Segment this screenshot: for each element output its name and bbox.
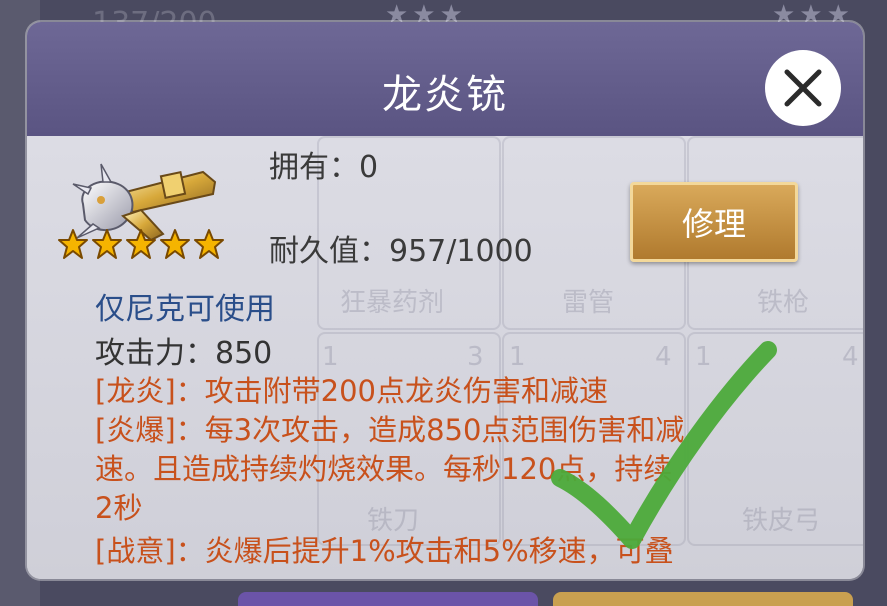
ghost-number: 4 [842, 342, 859, 372]
attack-power: 攻击力：850 [95, 336, 273, 371]
dialog-header: 龙炎铳 [27, 22, 863, 136]
ghost-label: 铁枪 [757, 288, 810, 318]
star-icon [92, 229, 122, 259]
ghost-label: 狂暴药剂 [340, 288, 445, 318]
repair-button[interactable]: 修理 [630, 182, 798, 262]
owned-count: 拥有：0 [269, 150, 379, 185]
bg-gold-button [553, 592, 853, 606]
bg-purple-button [238, 592, 538, 606]
dialog-title: 龙炎铳 [382, 72, 508, 118]
item-rarity-stars [57, 228, 225, 260]
close-button[interactable] [765, 50, 841, 126]
ghost-number: 1 [509, 342, 526, 372]
ghost-number: 1 [322, 342, 339, 372]
star-icon [58, 229, 88, 259]
check-mark-icon [551, 341, 777, 549]
ghost-label: 雷管 [562, 288, 615, 318]
skill-line: 2秒 [95, 491, 143, 525]
usable-by-text: 仅尼克可使用 [95, 292, 275, 327]
durability-value: 耐久值：957/1000 [269, 234, 533, 269]
skill-line: [龙炎]：攻击附带200点龙炎伤害和减速 [95, 374, 608, 408]
star-icon [194, 229, 224, 259]
star-icon [126, 229, 156, 259]
ghost-number: 3 [467, 342, 484, 372]
close-icon [784, 69, 822, 107]
star-icon [160, 229, 190, 259]
